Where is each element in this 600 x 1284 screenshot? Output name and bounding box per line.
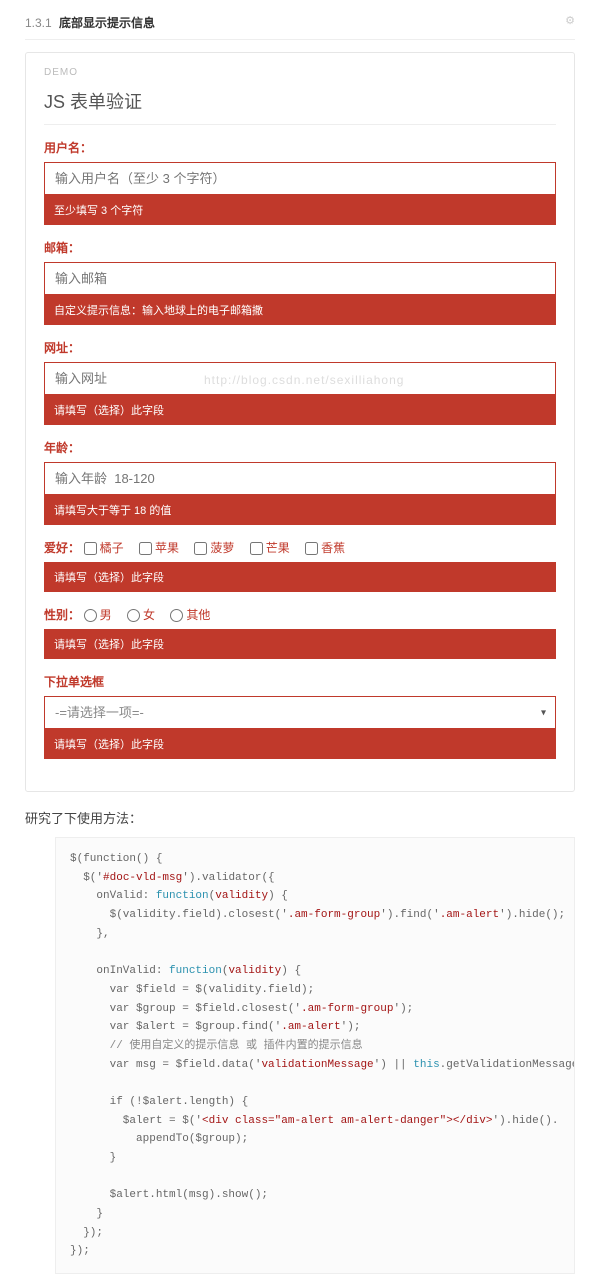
hobby-opt-3: 芒果 xyxy=(266,541,290,555)
field-age: 年龄： 请填写大于等于 18 的值 xyxy=(44,439,556,525)
alert-url: 请填写（选择）此字段 xyxy=(44,395,556,425)
label-select: 下拉单选框 xyxy=(44,673,556,690)
field-gender: 性别： 男 女 其他 请填写（选择）此字段 xyxy=(44,606,556,659)
label-hobby: 爱好： xyxy=(44,541,80,555)
field-hobby: 爱好： 橘子 苹果 菠萝 芒果 香蕉 请填写（选择）此字段 xyxy=(44,539,556,592)
hobby-options: 橘子 苹果 菠萝 芒果 香蕉 xyxy=(84,541,357,555)
label-age: 年龄： xyxy=(44,439,556,456)
demo-panel: DEMO JS 表单验证 用户名： 至少填写 3 个字符 邮箱： 自定义提示信息… xyxy=(25,52,575,792)
alert-username: 至少填写 3 个字符 xyxy=(44,195,556,225)
hobby-opt-0: 橘子 xyxy=(100,541,124,555)
alert-hobby: 请填写（选择）此字段 xyxy=(44,562,556,592)
radio-gender-1[interactable] xyxy=(127,609,140,622)
field-email: 邮箱： 自定义提示信息：输入地球上的电子邮箱撒 xyxy=(44,239,556,325)
gender-options: 男 女 其他 xyxy=(84,608,223,622)
input-email[interactable] xyxy=(44,262,556,295)
input-url[interactable] xyxy=(44,362,556,395)
checkbox-hobby-1[interactable] xyxy=(139,542,152,555)
alert-select: 请填写（选择）此字段 xyxy=(44,729,556,759)
input-age[interactable] xyxy=(44,462,556,495)
checkbox-hobby-2[interactable] xyxy=(194,542,207,555)
form-title: JS 表单验证 xyxy=(44,88,556,125)
radio-gender-2[interactable] xyxy=(170,609,183,622)
alert-email: 自定义提示信息：输入地球上的电子邮箱撒 xyxy=(44,295,556,325)
gear-icon[interactable]: ⚙ xyxy=(565,14,575,27)
checkbox-hobby-4[interactable] xyxy=(305,542,318,555)
field-url: 网址： http://blog.csdn.net/sexilliahong 请填… xyxy=(44,339,556,425)
section-title: 底部显示提示信息 xyxy=(59,16,155,30)
hobby-opt-4: 香蕉 xyxy=(321,541,345,555)
section-header: 1.3.1 底部显示提示信息 ⚙ xyxy=(25,10,575,40)
label-username: 用户名： xyxy=(44,139,556,156)
label-url: 网址： xyxy=(44,339,556,356)
demo-tag: DEMO xyxy=(44,67,556,78)
field-username: 用户名： 至少填写 3 个字符 xyxy=(44,139,556,225)
field-select: 下拉单选框 -=请选择一项=- ▾ 请填写（选择）此字段 xyxy=(44,673,556,759)
usage-note: 研究了下使用方法： xyxy=(25,808,575,827)
radio-gender-0[interactable] xyxy=(84,609,97,622)
hobby-opt-1: 苹果 xyxy=(155,541,179,555)
input-username[interactable] xyxy=(44,162,556,195)
code-block: $(function() { $('#doc-vld-msg').validat… xyxy=(55,837,575,1274)
hobby-opt-2: 菠萝 xyxy=(210,541,234,555)
gender-opt-0: 男 xyxy=(100,608,112,622)
label-gender: 性别： xyxy=(44,608,80,622)
alert-gender: 请填写（选择）此字段 xyxy=(44,629,556,659)
section-number: 1.3.1 xyxy=(25,16,52,30)
gender-opt-2: 其他 xyxy=(186,608,210,622)
checkbox-hobby-3[interactable] xyxy=(250,542,263,555)
alert-age: 请填写大于等于 18 的值 xyxy=(44,495,556,525)
label-email: 邮箱： xyxy=(44,239,556,256)
select-dropdown[interactable]: -=请选择一项=- xyxy=(44,696,556,729)
gender-opt-1: 女 xyxy=(143,608,155,622)
checkbox-hobby-0[interactable] xyxy=(84,542,97,555)
